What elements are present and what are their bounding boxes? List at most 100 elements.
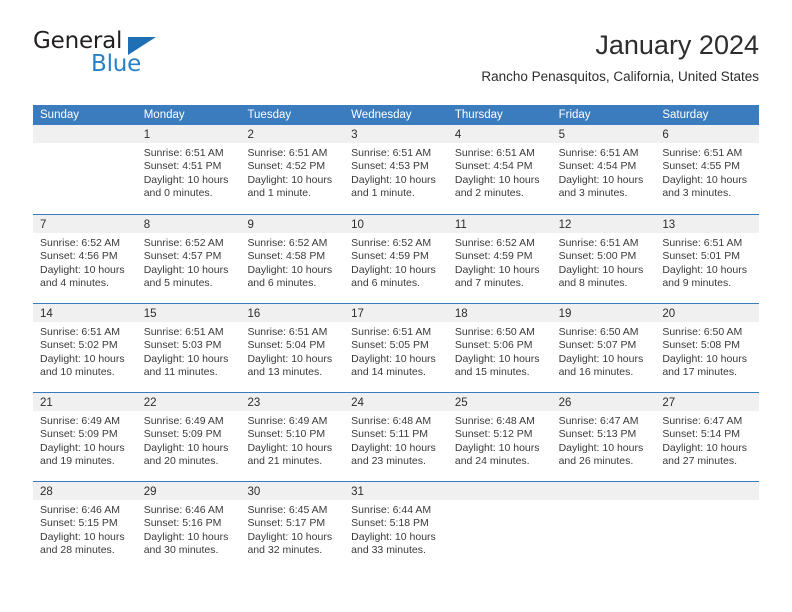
calendar-day-cell[interactable]: 19 Sunrise: 6:50 AM Sunset: 5:07 PM Dayligh…: [551, 304, 656, 392]
day-detail-line: Sunrise: 6:51 AM: [558, 147, 639, 159]
day-details: Sunrise: 6:51 AM Sunset: 4:52 PM Daylight:…: [240, 143, 344, 201]
calendar-day-cell[interactable]: 16 Sunrise: 6:51 AM Sunset: 5:04 PM Dayligh…: [240, 304, 345, 392]
day-detail-line: Sunset: 5:13 PM: [558, 428, 637, 441]
calendar-day-cell[interactable]: 13 Sunrise: 6:51 AM Sunset: 5:01 PM Dayligh…: [655, 215, 760, 303]
calendar-day-cell[interactable]: 11 Sunrise: 6:52 AM Sunset: 4:59 PM Dayligh…: [447, 215, 552, 303]
day-number-band: 27: [655, 393, 760, 411]
calendar-day-cell[interactable]: 14 Sunrise: 6:51 AM Sunset: 5:02 PM Dayligh…: [33, 304, 137, 392]
day-detail-line: and 8 minutes.: [558, 277, 628, 290]
calendar-week-row: 1 Sunrise: 6:51 AM Sunset: 4:51 PM Daylight…: [33, 125, 760, 214]
calendar-day-cell[interactable]: 5 Sunrise: 6:51 AM Sunset: 4:54 PM Daylight…: [551, 125, 656, 214]
day-number-band: 22: [136, 393, 241, 411]
calendar-day-cell[interactable]: 26 Sunrise: 6:47 AM Sunset: 5:13 PM Dayligh…: [551, 393, 656, 481]
day-detail-line: Sunrise: 6:47 AM: [558, 415, 639, 427]
day-detail-line: Sunrise: 6:50 AM: [454, 326, 535, 338]
day-details: Sunrise: 6:51 AM Sunset: 4:55 PM Daylight:…: [655, 143, 759, 201]
calendar-day-cell[interactable]: 21 Sunrise: 6:49 AM Sunset: 5:09 PM Dayligh…: [33, 393, 137, 481]
calendar-day-cell[interactable]: 29 Sunrise: 6:46 AM Sunset: 5:16 PM Dayligh…: [136, 482, 241, 570]
day-number: 12: [558, 219, 572, 231]
day-number-band: 4: [447, 125, 552, 143]
day-detail-line: Sunrise: 6:51 AM: [247, 326, 328, 338]
day-detail-line: and 13 minutes.: [247, 366, 323, 379]
calendar-day-cell[interactable]: 15 Sunrise: 6:51 AM Sunset: 5:03 PM Dayligh…: [136, 304, 241, 392]
day-details: Sunrise: 6:50 AM Sunset: 5:06 PM Daylight:…: [448, 322, 552, 380]
day-number-band: 20: [655, 304, 760, 322]
day-detail-line: Daylight: 10 hours: [351, 173, 436, 186]
day-number: 16: [247, 308, 261, 320]
day-number-band: 6: [655, 125, 760, 143]
day-number: 19: [558, 308, 572, 320]
day-detail-line: Sunrise: 6:51 AM: [662, 237, 743, 249]
day-number-band: 3: [344, 125, 448, 143]
day-number: 7: [40, 219, 47, 231]
calendar-day-cell[interactable]: 4 Sunrise: 6:51 AM Sunset: 4:54 PM Daylight…: [447, 125, 552, 214]
day-detail-line: Sunrise: 6:52 AM: [247, 237, 328, 249]
calendar-week-row: 28 Sunrise: 6:46 AM Sunset: 5:15 PM Dayligh…: [33, 481, 760, 570]
day-detail-line: Daylight: 10 hours: [351, 530, 436, 543]
day-detail-line: and 23 minutes.: [351, 455, 426, 468]
day-number-band: 13: [655, 215, 760, 233]
day-detail-line: and 21 minutes.: [247, 455, 323, 468]
day-number-band: [447, 482, 552, 500]
brand-name-blue: Blue: [91, 51, 142, 77]
day-details: Sunrise: 6:49 AM Sunset: 5:10 PM Daylight:…: [240, 411, 344, 469]
calendar-day-cell-empty: [33, 125, 137, 214]
day-detail-line: Daylight: 10 hours: [351, 352, 436, 365]
brand-logo[interactable]: General Blue: [33, 28, 213, 84]
day-number: 2: [247, 129, 254, 141]
day-details: [655, 500, 759, 504]
calendar-day-cell[interactable]: 22 Sunrise: 6:49 AM Sunset: 5:09 PM Dayligh…: [136, 393, 241, 481]
calendar-day-cell[interactable]: 3 Sunrise: 6:51 AM Sunset: 4:53 PM Daylight…: [344, 125, 448, 214]
day-number: 29: [143, 486, 157, 498]
day-number: 11: [454, 219, 467, 231]
location-subtitle: Rancho Penasquitos, California, United S…: [481, 69, 759, 84]
calendar-grid: Sunday Monday Tuesday Wednesday Thursday Frid…: [33, 105, 760, 570]
calendar-day-cell[interactable]: 12 Sunrise: 6:51 AM Sunset: 5:00 PM Dayligh…: [551, 215, 656, 303]
day-number: 4: [454, 129, 462, 141]
day-detail-line: Sunset: 5:02 PM: [40, 339, 118, 352]
weekday-header-thursday: Thursday: [454, 109, 503, 121]
calendar-day-cell[interactable]: 10 Sunrise: 6:52 AM Sunset: 4:59 PM Dayligh…: [344, 215, 448, 303]
day-detail-line: Daylight: 10 hours: [454, 441, 540, 454]
calendar-day-cell[interactable]: 18 Sunrise: 6:50 AM Sunset: 5:06 PM Dayligh…: [447, 304, 552, 392]
day-number-band: [551, 482, 656, 500]
calendar-day-cell[interactable]: 28 Sunrise: 6:46 AM Sunset: 5:15 PM Dayligh…: [33, 482, 137, 570]
calendar-day-cell[interactable]: 31 Sunrise: 6:44 AM Sunset: 5:18 PM Dayligh…: [344, 482, 448, 570]
calendar-day-cell[interactable]: 6 Sunrise: 6:51 AM Sunset: 4:55 PM Daylight…: [655, 125, 760, 214]
calendar-day-cell[interactable]: 7 Sunrise: 6:52 AM Sunset: 4:56 PM Daylight…: [33, 215, 137, 303]
day-detail-line: Daylight: 10 hours: [351, 441, 436, 454]
day-detail-line: Sunrise: 6:50 AM: [662, 326, 743, 338]
weekday-header-friday: Friday: [558, 109, 591, 121]
day-details: Sunrise: 6:52 AM Sunset: 4:56 PM Daylight:…: [33, 233, 137, 291]
calendar-day-cell[interactable]: 27 Sunrise: 6:47 AM Sunset: 5:14 PM Dayligh…: [655, 393, 760, 481]
day-detail-line: Sunset: 5:01 PM: [662, 250, 740, 263]
calendar-day-cell[interactable]: 25 Sunrise: 6:48 AM Sunset: 5:12 PM Dayligh…: [447, 393, 552, 481]
calendar-day-cell[interactable]: 23 Sunrise: 6:49 AM Sunset: 5:10 PM Dayligh…: [240, 393, 345, 481]
day-detail-line: Sunrise: 6:49 AM: [40, 415, 120, 427]
day-detail-line: Sunrise: 6:50 AM: [558, 326, 639, 338]
day-detail-line: and 24 minutes.: [454, 455, 530, 468]
calendar-day-cell[interactable]: 20 Sunrise: 6:50 AM Sunset: 5:08 PM Dayligh…: [655, 304, 760, 392]
calendar-day-cell[interactable]: 17 Sunrise: 6:51 AM Sunset: 5:05 PM Dayligh…: [344, 304, 448, 392]
day-detail-line: Daylight: 10 hours: [558, 441, 644, 454]
calendar-day-cell[interactable]: 30 Sunrise: 6:45 AM Sunset: 5:17 PM Dayligh…: [240, 482, 345, 570]
day-detail-line: Daylight: 10 hours: [247, 263, 333, 276]
day-detail-line: Sunrise: 6:51 AM: [40, 326, 120, 338]
calendar-day-cell[interactable]: 9 Sunrise: 6:52 AM Sunset: 4:58 PM Daylight…: [240, 215, 345, 303]
day-number: 8: [143, 219, 151, 231]
calendar-day-cell[interactable]: 24 Sunrise: 6:48 AM Sunset: 5:11 PM Dayligh…: [344, 393, 448, 481]
day-detail-line: Sunset: 5:03 PM: [143, 339, 222, 352]
day-number-band: 5: [551, 125, 656, 143]
calendar-day-cell[interactable]: 8 Sunrise: 6:52 AM Sunset: 4:57 PM Daylight…: [136, 215, 241, 303]
calendar-day-cell[interactable]: 1 Sunrise: 6:51 AM Sunset: 4:51 PM Daylight…: [136, 125, 241, 214]
calendar-day-cell[interactable]: 2 Sunrise: 6:51 AM Sunset: 4:52 PM Daylight…: [240, 125, 345, 214]
day-details: Sunrise: 6:51 AM Sunset: 4:54 PM Daylight:…: [552, 143, 656, 201]
day-number: 27: [662, 397, 676, 409]
day-number-band: 24: [344, 393, 448, 411]
day-number: 30: [247, 486, 261, 498]
day-detail-line: Daylight: 10 hours: [454, 173, 540, 186]
day-detail-line: Daylight: 10 hours: [143, 530, 229, 543]
day-number-band: 28: [33, 482, 137, 500]
day-detail-line: Sunset: 4:54 PM: [454, 160, 533, 173]
weekday-header-monday: Monday: [143, 109, 185, 121]
